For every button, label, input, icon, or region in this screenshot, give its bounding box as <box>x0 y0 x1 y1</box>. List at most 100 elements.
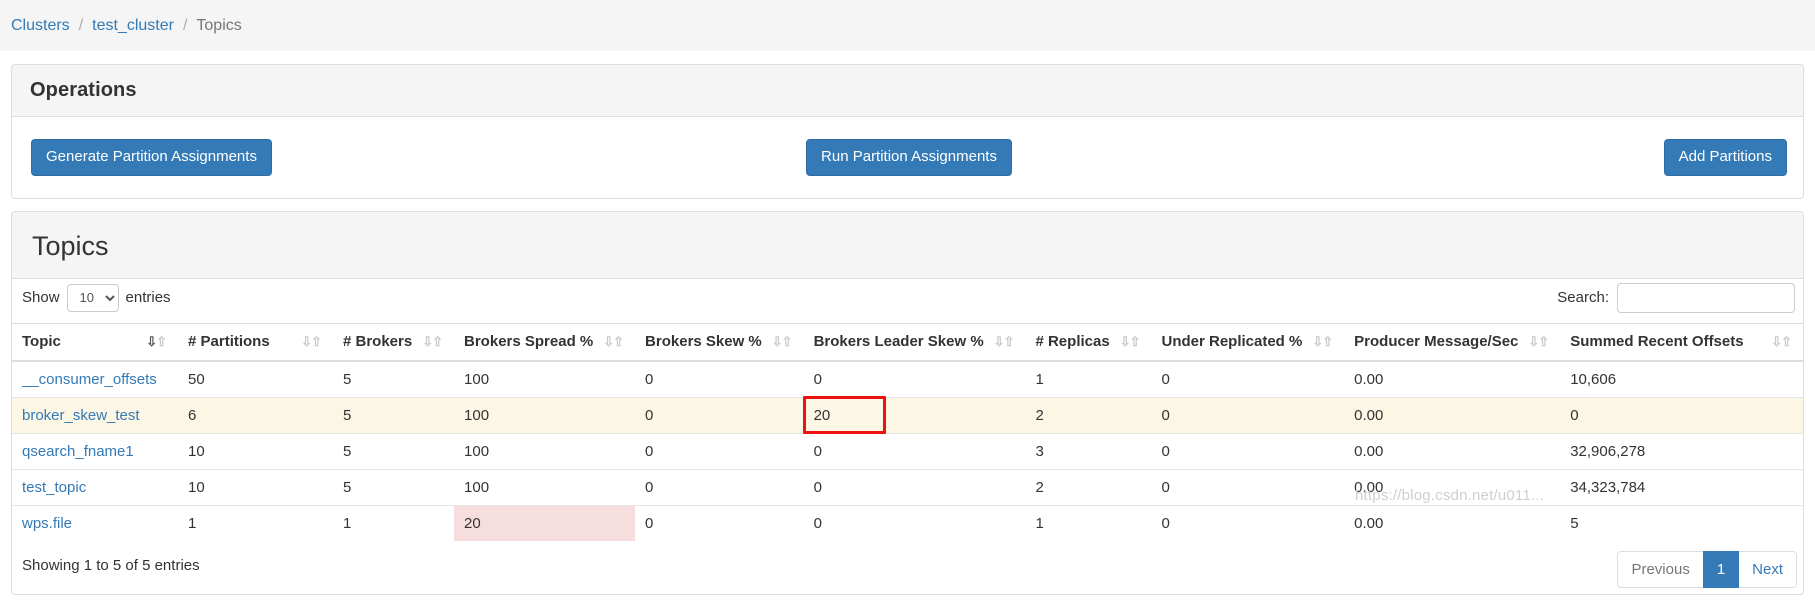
table-cell-brokers: 5 <box>333 397 454 433</box>
table-cell-brokers-skew: 0 <box>635 397 804 433</box>
topic-link[interactable]: test_topic <box>22 479 86 496</box>
breadcrumb-separator: / <box>79 17 83 35</box>
topics-table-wrapper: Topic ⇩⇧ # Partitions ⇩⇧ <box>12 323 1803 541</box>
generate-partition-assignments-button[interactable]: Generate Partition Assignments <box>31 139 272 176</box>
table-cell-under-replicated: 0 <box>1151 361 1344 398</box>
page-length-control: Show 10 entries <box>22 284 171 312</box>
sort-icon: ⇩⇧ <box>772 335 792 348</box>
run-partition-assignments-button[interactable]: Run Partition Assignments <box>806 139 1012 176</box>
column-label: # Brokers <box>343 333 412 350</box>
operations-title: Operations <box>30 79 137 101</box>
table-cell-under-replicated: 0 <box>1151 433 1344 469</box>
datatable-footer: Showing 1 to 5 of 5 entries Previous 1 N… <box>12 541 1803 594</box>
column-header-brokers-spread[interactable]: Brokers Spread % ⇩⇧ <box>454 323 635 361</box>
table-cell-summed-recent-offsets: 10,606 <box>1560 361 1803 398</box>
search-input[interactable] <box>1617 283 1795 313</box>
column-header-partitions[interactable]: # Partitions ⇩⇧ <box>178 323 333 361</box>
operations-panel-body: Generate Partition Assignments Run Parti… <box>12 117 1803 198</box>
table-cell-brokers-skew: 0 <box>635 433 804 469</box>
breadcrumb-separator: / <box>183 17 187 35</box>
add-partitions-button[interactable]: Add Partitions <box>1664 139 1787 176</box>
operations-panel: Operations Generate Partition Assignment… <box>11 64 1804 199</box>
column-label: Brokers Skew % <box>645 333 762 350</box>
table-cell-replicas: 2 <box>1025 469 1151 505</box>
topics-table-head: Topic ⇩⇧ # Partitions ⇩⇧ <box>12 323 1803 361</box>
table-cell-under-replicated: 0 <box>1151 469 1344 505</box>
pagination: Previous 1 Next <box>1617 551 1797 588</box>
column-label: # Partitions <box>188 333 270 350</box>
operations-button-row: Generate Partition Assignments Run Parti… <box>22 133 1793 184</box>
breadcrumb-item-clusters[interactable]: Clusters <box>11 17 70 35</box>
table-cell-producer-msg-sec: 0.00 <box>1344 361 1560 398</box>
column-header-under-replicated[interactable]: Under Replicated % ⇩⇧ <box>1151 323 1344 361</box>
breadcrumb-item-topics: Topics <box>196 17 241 35</box>
table-cell-brokers-leader-skew: 0 <box>804 505 1026 541</box>
table-row: __consumer_offsets50510000100.0010,606 <box>12 361 1803 398</box>
column-label: Under Replicated % <box>1161 333 1302 350</box>
table-cell-summed-recent-offsets: 32,906,278 <box>1560 433 1803 469</box>
table-cell-partitions: 10 <box>178 433 333 469</box>
search-label: Search: <box>1557 289 1609 306</box>
column-header-brokers-leader-skew[interactable]: Brokers Leader Skew % ⇩⇧ <box>804 323 1026 361</box>
table-cell-brokers-spread: 100 <box>454 361 635 398</box>
table-cell-topic: qsearch_fname1 <box>12 433 178 469</box>
table-cell-partitions: 6 <box>178 397 333 433</box>
column-header-replicas[interactable]: # Replicas ⇩⇧ <box>1025 323 1151 361</box>
table-cell-producer-msg-sec: 0.00 <box>1344 397 1560 433</box>
table-cell-summed-recent-offsets: 34,323,784 <box>1560 469 1803 505</box>
column-label: Producer Message/Sec <box>1354 333 1518 350</box>
topic-link[interactable]: __consumer_offsets <box>22 371 157 388</box>
table-cell-replicas: 1 <box>1025 505 1151 541</box>
table-cell-brokers-skew: 0 <box>635 361 804 398</box>
search-control: Search: <box>1557 283 1797 313</box>
operations-cell-generate: Generate Partition Assignments <box>22 139 616 176</box>
table-cell-producer-msg-sec: 0.00 <box>1344 433 1560 469</box>
table-row: qsearch_fname110510000300.0032,906,278 <box>12 433 1803 469</box>
sort-icon: ⇩⇧ <box>301 335 321 348</box>
table-cell-brokers-spread: 100 <box>454 397 635 433</box>
table-cell-producer-msg-sec: 0.00 <box>1344 505 1560 541</box>
table-cell-brokers: 5 <box>333 361 454 398</box>
pagination-next-button[interactable]: Next <box>1738 551 1797 588</box>
page-size-select[interactable]: 10 <box>67 284 119 312</box>
table-cell-summed-recent-offsets: 0 <box>1560 397 1803 433</box>
table-cell-brokers-skew: 0 <box>635 469 804 505</box>
table-cell-topic: broker_skew_test <box>12 397 178 433</box>
table-cell-producer-msg-sec: 0.00 <box>1344 469 1560 505</box>
column-label: Topic <box>22 333 61 350</box>
pagination-previous-button[interactable]: Previous <box>1617 551 1703 588</box>
table-cell-brokers-spread: 100 <box>454 469 635 505</box>
column-header-topic[interactable]: Topic ⇩⇧ <box>12 323 178 361</box>
breadcrumb-item-test-cluster[interactable]: test_cluster <box>92 17 174 35</box>
table-cell-topic: __consumer_offsets <box>12 361 178 398</box>
datatable-controls: Show 10 entries Search: <box>12 279 1803 323</box>
column-header-producer-message-sec[interactable]: Producer Message/Sec ⇩⇧ <box>1344 323 1560 361</box>
topics-title: Topics <box>32 225 1783 266</box>
table-cell-brokers-skew: 0 <box>635 505 804 541</box>
column-header-summed-recent-offsets[interactable]: Summed Recent Offsets ⇩⇧ <box>1560 323 1803 361</box>
column-header-brokers[interactable]: # Brokers ⇩⇧ <box>333 323 454 361</box>
pagination-page-1-button[interactable]: 1 <box>1703 551 1739 588</box>
table-row: test_topic10510000200.0034,323,784 <box>12 469 1803 505</box>
sort-icon: ⇩⇧ <box>603 335 623 348</box>
table-cell-brokers: 5 <box>333 469 454 505</box>
entries-info: Showing 1 to 5 of 5 entries <box>22 551 200 574</box>
table-cell-brokers: 5 <box>333 433 454 469</box>
table-cell-replicas: 2 <box>1025 397 1151 433</box>
table-cell-replicas: 1 <box>1025 361 1151 398</box>
sort-icon: ⇩⇧ <box>1120 335 1140 348</box>
column-header-brokers-skew[interactable]: Brokers Skew % ⇩⇧ <box>635 323 804 361</box>
show-label: Show <box>22 289 60 306</box>
topic-link[interactable]: wps.file <box>22 515 72 532</box>
column-label: Summed Recent Offsets <box>1570 333 1743 350</box>
topic-link[interactable]: broker_skew_test <box>22 407 140 424</box>
table-cell-partitions: 1 <box>178 505 333 541</box>
table-cell-brokers-leader-skew: 20 <box>804 397 1026 433</box>
table-cell-under-replicated: 0 <box>1151 397 1344 433</box>
column-label: Brokers Spread % <box>464 333 593 350</box>
column-label: Brokers Leader Skew % <box>814 333 984 350</box>
table-cell-brokers-leader-skew: 0 <box>804 361 1026 398</box>
topic-link[interactable]: qsearch_fname1 <box>22 443 134 460</box>
breadcrumb: Clusters / test_cluster / Topics <box>0 0 1815 52</box>
table-cell-replicas: 3 <box>1025 433 1151 469</box>
